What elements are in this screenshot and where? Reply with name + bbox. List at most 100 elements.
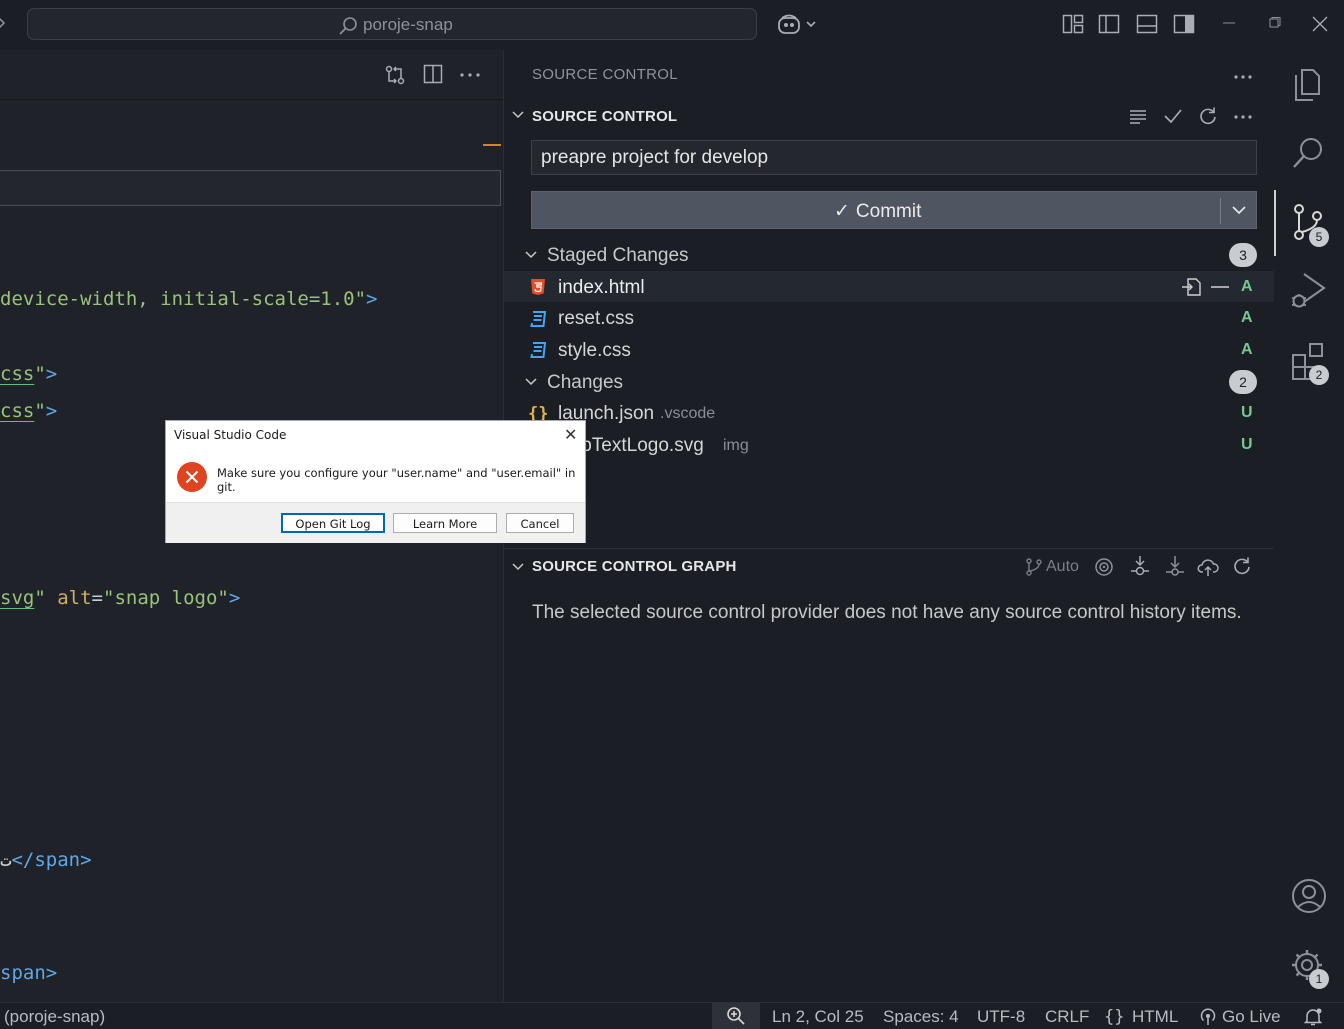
code-token: css bbox=[0, 363, 35, 385]
close-window-icon[interactable] bbox=[1312, 16, 1328, 32]
graph-refresh-icon[interactable] bbox=[1232, 556, 1252, 576]
status-untracked: U bbox=[1241, 436, 1253, 453]
staged-chevron-down-icon[interactable] bbox=[524, 248, 538, 262]
code-token: </span> bbox=[11, 849, 92, 871]
changes-count-badge: 2 bbox=[1229, 370, 1257, 394]
commit-button-label: ✓ Commit bbox=[834, 201, 922, 222]
code-token: device-width, initial-scale=1.0" bbox=[0, 288, 367, 310]
customize-layout-icon[interactable] bbox=[1062, 14, 1084, 34]
code-token: > bbox=[366, 288, 378, 310]
open-changes-icon[interactable] bbox=[384, 64, 406, 86]
command-center-search[interactable]: poroje-snap bbox=[27, 8, 757, 40]
commit-button[interactable]: ✓ Commit bbox=[531, 191, 1257, 229]
status-indentation[interactable]: Spaces: 4 bbox=[883, 1007, 959, 1027]
panel-header-title: SOURCE CONTROL bbox=[532, 66, 678, 83]
toggle-secondary-sidebar-icon[interactable] bbox=[1173, 14, 1195, 34]
code-line[interactable]: css"> bbox=[0, 363, 57, 385]
code-token: "snap logo" bbox=[103, 587, 229, 609]
active-indicator bbox=[1274, 190, 1276, 256]
status-go-live[interactable]: Go Live bbox=[1222, 1007, 1281, 1027]
code-token: css bbox=[0, 400, 35, 422]
view-as-list-icon[interactable] bbox=[1128, 108, 1148, 126]
file-name[interactable]: reset.css bbox=[558, 308, 634, 330]
zoom-in-icon bbox=[726, 1006, 746, 1026]
unstage-icon[interactable] bbox=[1210, 285, 1230, 289]
push-cloud-icon[interactable] bbox=[1197, 556, 1219, 578]
changes-label[interactable]: Changes bbox=[547, 372, 623, 394]
more-actions-icon[interactable] bbox=[459, 72, 481, 78]
account-icon[interactable] bbox=[1290, 877, 1328, 915]
section-title-source-control[interactable]: SOURCE CONTROL bbox=[532, 108, 677, 125]
graph-empty-message: The selected source control provider doe… bbox=[532, 602, 1242, 623]
git-config-error-dialog: Visual Studio Code ✕ Make sure you confi… bbox=[165, 420, 586, 543]
commit-dropdown-chevron-icon[interactable] bbox=[1231, 204, 1247, 216]
run-debug-icon[interactable] bbox=[1290, 272, 1328, 312]
changes-chevron-down-icon[interactable] bbox=[524, 375, 538, 389]
editor-input-strip[interactable] bbox=[0, 170, 501, 206]
commit-check-icon[interactable] bbox=[1163, 107, 1183, 125]
extensions-count-badge: 2 bbox=[1309, 365, 1329, 385]
html5-icon bbox=[529, 278, 547, 296]
code-token: svg bbox=[0, 587, 35, 609]
zoom-status[interactable] bbox=[712, 1002, 760, 1029]
copilot-icon[interactable] bbox=[777, 12, 821, 38]
graph-chevron-down-icon[interactable] bbox=[511, 560, 525, 574]
code-token: " bbox=[34, 400, 46, 422]
cancel-button[interactable]: Cancel bbox=[506, 513, 574, 533]
dialog-message: Make sure you configure your "user.name"… bbox=[217, 466, 576, 494]
open-file-icon[interactable] bbox=[1181, 277, 1203, 297]
status-cursor-position[interactable]: Ln 2, Col 25 bbox=[772, 1007, 864, 1027]
open-git-log-button[interactable]: Open Git Log bbox=[281, 513, 385, 533]
code-line[interactable]: css"> bbox=[0, 400, 57, 422]
section-divider bbox=[504, 548, 1274, 549]
notifications-bell-icon[interactable] bbox=[1303, 1007, 1323, 1027]
section-title-graph[interactable]: SOURCE CONTROL GRAPH bbox=[532, 558, 737, 575]
css3-icon bbox=[529, 341, 547, 359]
status-eol[interactable]: CRLF bbox=[1045, 1007, 1089, 1027]
section-more-icon[interactable] bbox=[1233, 114, 1253, 120]
graph-auto-label[interactable]: Auto bbox=[1046, 558, 1079, 576]
minimize-icon[interactable] bbox=[1222, 16, 1236, 30]
toggle-panel-icon[interactable] bbox=[1136, 14, 1158, 34]
file-name: index.html bbox=[558, 277, 645, 298]
forward-arrow-icon[interactable] bbox=[0, 14, 8, 32]
chevron-down-icon[interactable] bbox=[511, 108, 525, 122]
code-token: ت bbox=[0, 849, 12, 871]
status-added: A bbox=[1241, 309, 1253, 326]
search-icon bbox=[338, 16, 358, 36]
pull-icon[interactable] bbox=[1164, 555, 1186, 579]
file-directory: img bbox=[723, 437, 749, 454]
code-line[interactable]: device-width, initial-scale=1.0"> bbox=[0, 288, 378, 310]
staged-count-badge: 3 bbox=[1229, 243, 1257, 267]
braces-icon: {} bbox=[1104, 1007, 1125, 1027]
code-line[interactable]: svg" alt="snap logo"> bbox=[0, 587, 240, 609]
branch-icon[interactable] bbox=[1025, 557, 1043, 577]
fetch-icon[interactable] bbox=[1129, 555, 1151, 579]
file-directory: .vscode bbox=[660, 405, 716, 422]
explorer-files-icon[interactable] bbox=[1290, 64, 1326, 102]
search-view-icon[interactable] bbox=[1290, 134, 1326, 172]
activity-bar bbox=[1274, 50, 1344, 1002]
learn-more-button[interactable]: Learn More bbox=[393, 513, 497, 533]
panel-more-icon[interactable] bbox=[1233, 74, 1253, 80]
commit-button-separator bbox=[1220, 198, 1221, 224]
target-icon[interactable] bbox=[1094, 557, 1114, 577]
dialog-title: Visual Studio Code bbox=[174, 428, 287, 442]
commit-message-input[interactable]: preapre project for develop bbox=[531, 140, 1257, 175]
code-token: alt bbox=[57, 587, 92, 609]
status-added: A bbox=[1241, 278, 1253, 295]
status-folder[interactable]: (poroje-snap) bbox=[4, 1007, 105, 1027]
status-encoding[interactable]: UTF-8 bbox=[977, 1007, 1025, 1027]
code-token: = bbox=[91, 587, 103, 609]
split-editor-icon[interactable] bbox=[423, 64, 443, 84]
refresh-icon[interactable] bbox=[1198, 106, 1218, 126]
staged-changes-label[interactable]: Staged Changes bbox=[547, 245, 689, 267]
toggle-primary-sidebar-icon[interactable] bbox=[1098, 14, 1120, 34]
restore-icon[interactable] bbox=[1268, 16, 1282, 30]
file-name[interactable]: style.css bbox=[558, 340, 631, 362]
dialog-close-icon[interactable]: ✕ bbox=[564, 425, 577, 444]
status-language[interactable]: HTML bbox=[1132, 1007, 1178, 1027]
code-line[interactable]: span> bbox=[0, 962, 57, 984]
code-line[interactable]: ت</span> bbox=[0, 849, 92, 871]
code-token: > bbox=[45, 400, 58, 422]
